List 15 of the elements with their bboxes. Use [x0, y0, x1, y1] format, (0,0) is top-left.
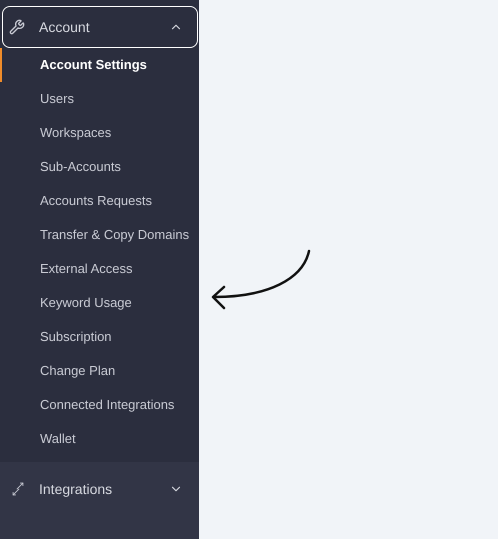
submenu-item[interactable]: Account Settings	[0, 48, 199, 82]
section-header[interactable]: Integrations	[2, 468, 198, 510]
submenu-item[interactable]: Users	[0, 82, 199, 116]
submenu-item[interactable]: Sub-Accounts	[0, 150, 199, 184]
submenu-item[interactable]: Connected Integrations	[0, 388, 199, 422]
wrench-icon	[9, 19, 25, 35]
section-header[interactable]: Account	[2, 6, 198, 48]
submenu-item[interactable]: Transfer & Copy Domains	[0, 218, 199, 252]
submenu-item[interactable]: Subscription	[0, 320, 199, 354]
submenu-item[interactable]: Keyword Usage	[0, 286, 199, 320]
submenu-item[interactable]: Accounts Requests	[0, 184, 199, 218]
submenu-item[interactable]: Workspaces	[0, 116, 199, 150]
submenu-item[interactable]: External Access	[0, 252, 199, 286]
submenu-item[interactable]: Change Plan	[0, 354, 199, 388]
submenu-item[interactable]: Wallet	[0, 422, 199, 456]
